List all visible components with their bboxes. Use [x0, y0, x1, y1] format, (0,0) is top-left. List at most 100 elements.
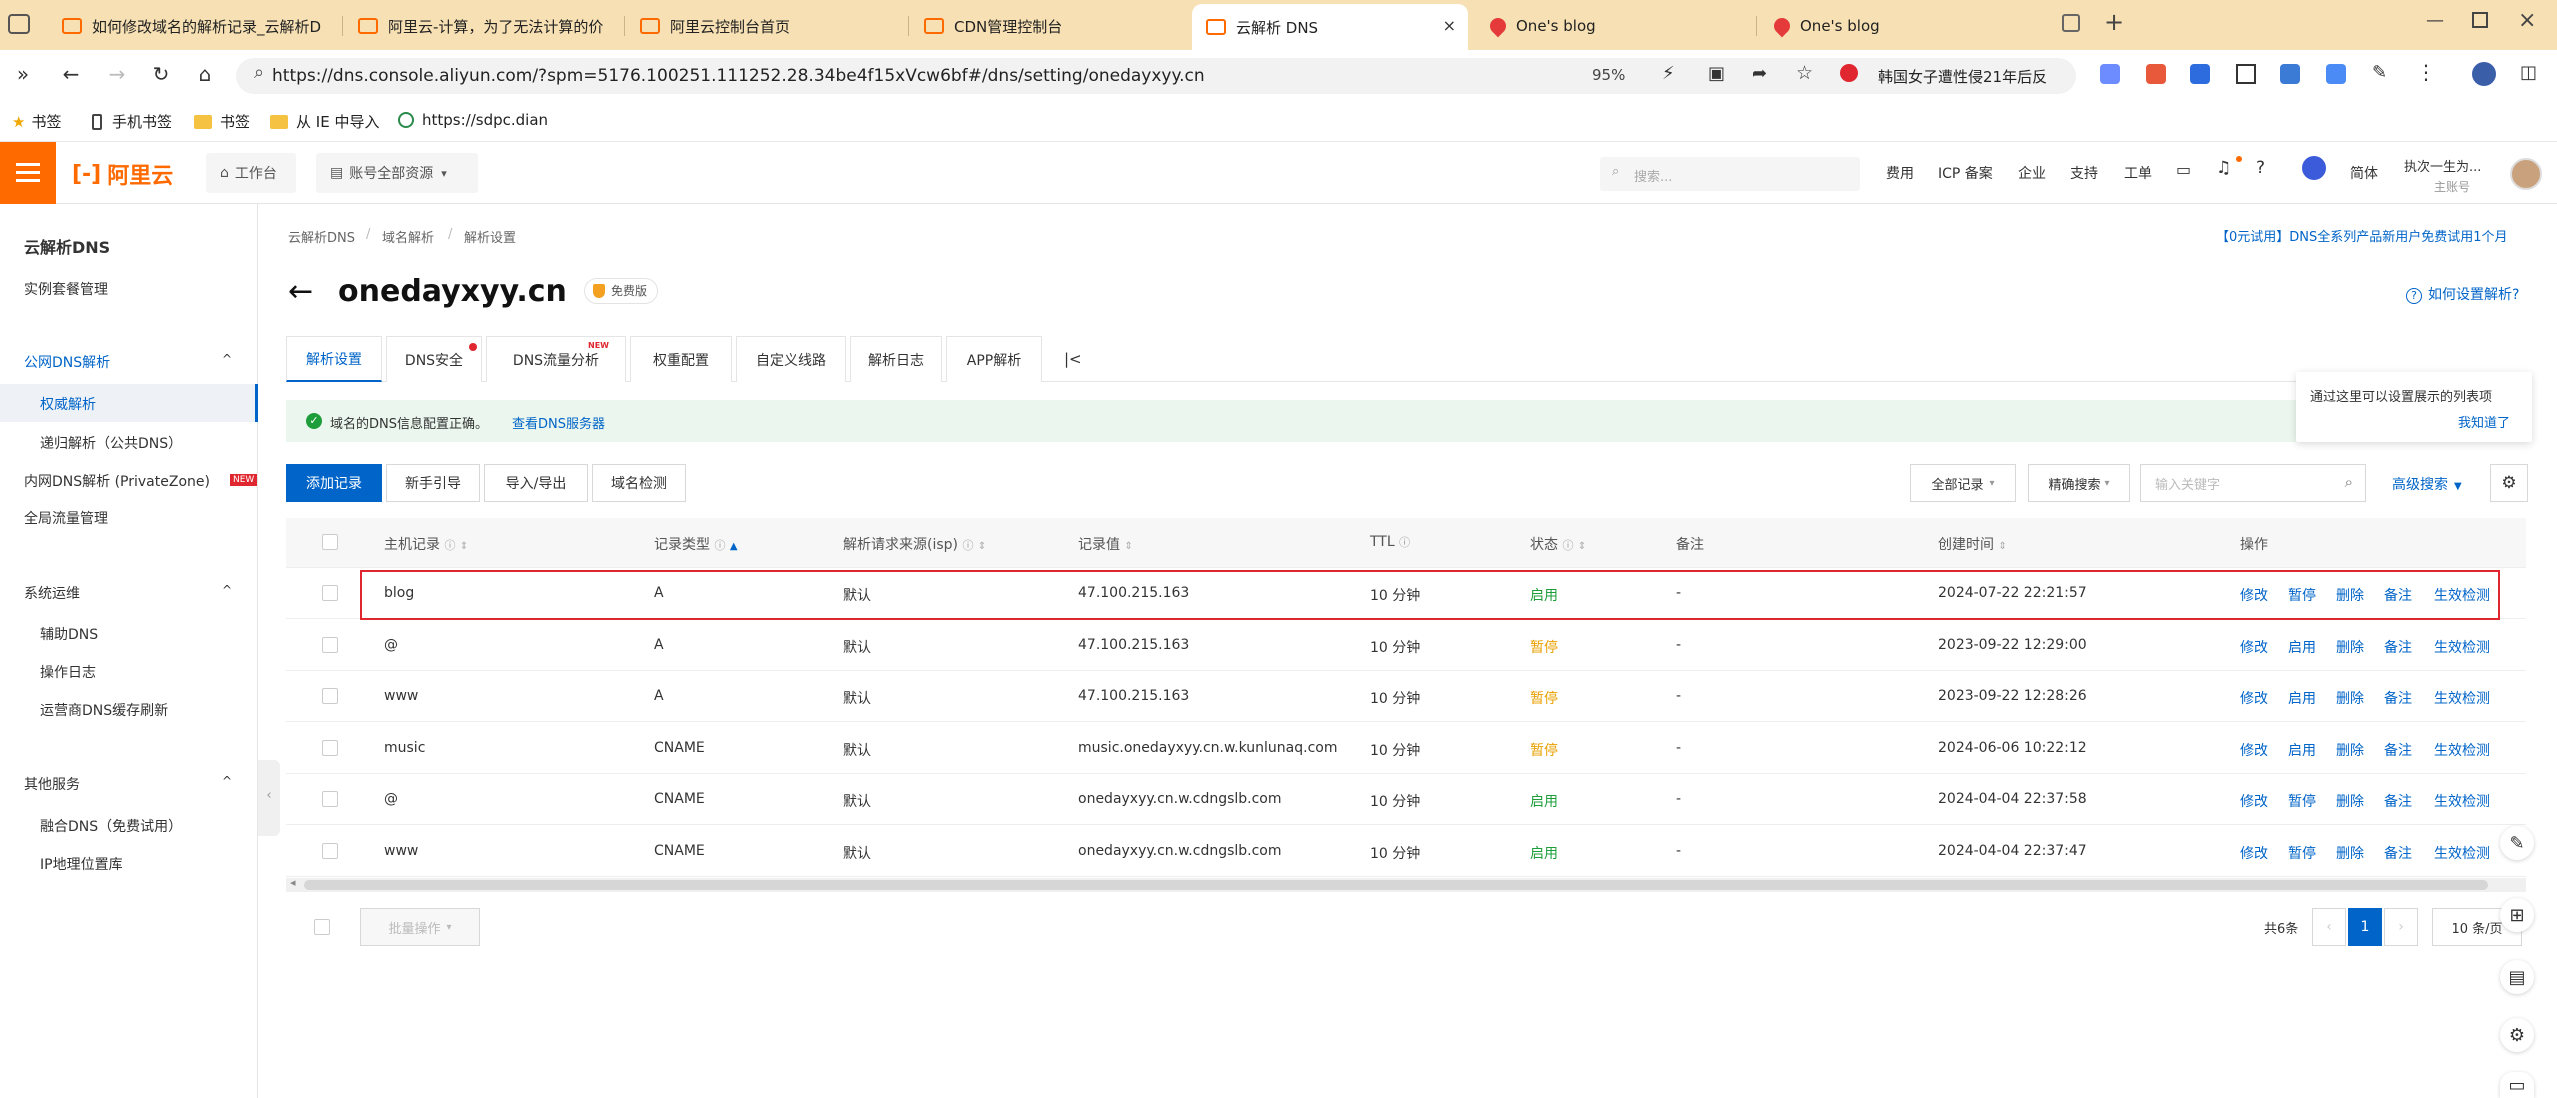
chevron-up-icon[interactable]: ^	[222, 774, 232, 788]
delete-link[interactable]: 删除	[2336, 637, 2364, 657]
chevron-up-icon[interactable]: ^	[222, 352, 232, 366]
guide-button[interactable]: 新手引导	[386, 464, 480, 502]
select-all-checkbox[interactable]	[314, 919, 330, 935]
sidebar-item-privatezone[interactable]: 内网DNS解析 (PrivateZone)	[24, 471, 210, 491]
lightning-icon[interactable]: ⚡	[1662, 63, 1675, 84]
sidebar-item-cache-refresh[interactable]: 运营商DNS缓存刷新	[40, 700, 168, 720]
browser-tab-2[interactable]: 阿里云-计算，为了无法计算的价	[344, 6, 622, 46]
bookmark-item[interactable]: ★ 书签	[12, 111, 61, 132]
edit-link[interactable]: 修改	[2240, 791, 2268, 811]
edit-link[interactable]: 修改	[2240, 688, 2268, 708]
pen-icon[interactable]: ✎	[2372, 62, 2387, 83]
url-text[interactable]: https://dns.console.aliyun.com/?spm=5176…	[272, 66, 1205, 86]
row-checkbox[interactable]	[322, 637, 338, 653]
row-checkbox[interactable]	[322, 843, 338, 859]
cart-icon[interactable]: ⊞	[2500, 898, 2534, 932]
bookmark-item[interactable]: 手机书签	[92, 111, 172, 132]
avatar[interactable]	[2510, 158, 2542, 190]
row-checkbox[interactable]	[322, 791, 338, 807]
verify-link[interactable]: 生效检测	[2434, 791, 2490, 811]
advanced-search-link[interactable]: 高级搜索 ▼	[2392, 474, 2462, 494]
enable-link[interactable]: 启用	[2288, 637, 2316, 657]
sidebar-group-public-dns[interactable]: 公网DNS解析	[24, 352, 110, 372]
tab-weight-config[interactable]: 权重配置	[630, 336, 732, 382]
extension-icon[interactable]	[2190, 64, 2210, 84]
chevron-up-icon[interactable]: ^	[222, 583, 232, 597]
workbench-button[interactable]: ⌂ 工作台	[206, 153, 296, 193]
qr-icon[interactable]	[2236, 64, 2256, 84]
browser-tab-7[interactable]: One's blog	[1760, 6, 2038, 46]
promo-link[interactable]: 【0元试用】DNS全系列产品新用户免费试用1个月	[2216, 226, 2508, 245]
remark-link[interactable]: 备注	[2384, 688, 2412, 708]
sidebar-item-instance[interactable]: 实例套餐管理	[24, 279, 108, 299]
header-link-icp[interactable]: ICP 备案	[1938, 163, 1993, 183]
ai-assistant-icon[interactable]	[2302, 156, 2326, 180]
chat-icon[interactable]: ▭	[2500, 1072, 2534, 1098]
page-button-current[interactable]: 1	[2348, 908, 2382, 946]
delete-link[interactable]: 删除	[2336, 843, 2364, 863]
menu-button[interactable]	[0, 142, 56, 204]
sidebar-item-authoritative[interactable]: 权威解析	[40, 394, 96, 414]
tab-resolve-settings[interactable]: 解析设置	[286, 336, 382, 382]
help-icon[interactable]: ?	[2256, 158, 2265, 178]
browser-tab-6[interactable]: One's blog	[1476, 6, 1754, 46]
column-header-isp[interactable]: 解析请求来源(isp) ⓘ ⇕	[843, 534, 986, 554]
remark-link[interactable]: 备注	[2384, 637, 2412, 657]
new-tab-button[interactable]: +	[2104, 8, 2124, 36]
close-tab-icon[interactable]: ×	[1443, 16, 1456, 35]
header-link-billing[interactable]: 费用	[1886, 163, 1914, 183]
forward-icon[interactable]: →	[102, 62, 132, 86]
batch-actions-button[interactable]: 批量操作 ▾	[360, 908, 480, 946]
star-icon[interactable]: ☆	[1796, 62, 1813, 84]
pdf-extension-icon[interactable]	[2146, 64, 2166, 84]
collapse-icon[interactable]: |<	[1064, 350, 1082, 368]
column-header-value[interactable]: 记录值 ⇕	[1078, 534, 1133, 554]
header-link-ticket[interactable]: 工单	[2124, 163, 2152, 183]
remark-link[interactable]: 备注	[2384, 791, 2412, 811]
search-engine-icon[interactable]	[1840, 64, 1858, 82]
header-link-enterprise[interactable]: 企业	[2018, 163, 2046, 183]
bookmark-item[interactable]: https://sdpc.dian	[398, 111, 548, 129]
breadcrumb-item[interactable]: 域名解析	[382, 227, 434, 246]
search-icon[interactable]: ⌕	[2345, 473, 2353, 491]
sidebar-item-recursive[interactable]: 递归解析（公共DNS）	[40, 433, 182, 453]
keyword-input[interactable]: 输入关键字 ⌕	[2140, 464, 2366, 502]
delete-link[interactable]: 删除	[2336, 740, 2364, 760]
tab-grid-icon[interactable]	[2062, 14, 2080, 32]
view-dns-servers-link[interactable]: 查看DNS服务器	[512, 413, 605, 432]
domain-check-button[interactable]: 域名检测	[592, 464, 686, 502]
delete-link[interactable]: 删除	[2336, 791, 2364, 811]
back-arrow-icon[interactable]: ←	[288, 274, 313, 309]
resources-dropdown[interactable]: ▤ 账号全部资源 ▾	[316, 153, 478, 193]
sidebar-group-ops[interactable]: 系统运维	[24, 583, 80, 603]
back-icon[interactable]: ←	[56, 62, 86, 86]
gear-icon[interactable]: ⚙	[2500, 1018, 2534, 1052]
verify-link[interactable]: 生效检测	[2434, 637, 2490, 657]
more-icon[interactable]: ⋮	[2416, 60, 2436, 84]
select-all-checkbox[interactable]	[322, 534, 338, 550]
enable-link[interactable]: 启用	[2288, 740, 2316, 760]
remark-link[interactable]: 备注	[2384, 843, 2412, 863]
profile-icon[interactable]	[2472, 62, 2496, 86]
reload-icon[interactable]: ↻	[146, 62, 176, 86]
row-checkbox[interactable]	[322, 740, 338, 756]
search-suggestion[interactable]: 韩国女子遭性侵21年后反	[1878, 66, 2047, 87]
tab-actions-icon[interactable]	[8, 14, 30, 34]
import-export-button[interactable]: 导入/导出	[484, 464, 588, 502]
aliyun-logo[interactable]: [-] 阿里云	[72, 158, 173, 190]
bookmark-item[interactable]: 从 IE 中导入	[270, 111, 379, 132]
url-bar[interactable]: ⌕ https://dns.console.aliyun.com/?spm=51…	[236, 58, 2076, 94]
browser-tab-3[interactable]: 阿里云控制台首页	[626, 6, 906, 46]
tab-app-resolve[interactable]: APP解析	[946, 336, 1042, 382]
row-checkbox[interactable]	[322, 585, 338, 601]
minimize-icon[interactable]: —	[2426, 10, 2444, 31]
pause-link[interactable]: 暂停	[2288, 791, 2316, 811]
edit-link[interactable]: 修改	[2240, 740, 2268, 760]
verify-link[interactable]: 生效检测	[2434, 843, 2490, 863]
header-link-support[interactable]: 支持	[2070, 163, 2098, 183]
browser-tab-active[interactable]: 云解析 DNS ×	[1192, 4, 1468, 50]
extension-icon[interactable]	[2280, 64, 2300, 84]
sidebar-toggle-icon[interactable]: »	[8, 62, 38, 86]
verify-link[interactable]: 生效检测	[2434, 688, 2490, 708]
scroll-left-icon[interactable]: ◂	[290, 876, 296, 889]
